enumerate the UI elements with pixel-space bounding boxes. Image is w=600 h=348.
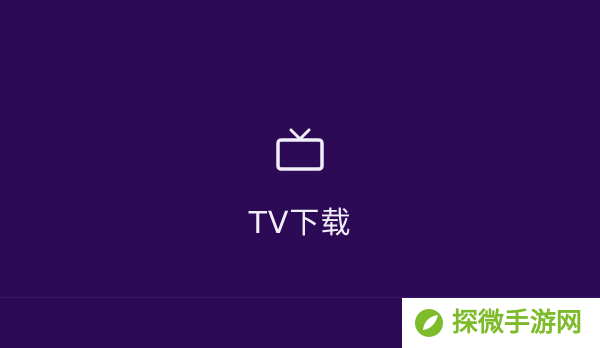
tv-download-label: TV下载: [248, 206, 352, 241]
tv-download-button[interactable]: TV下载: [200, 118, 400, 258]
tv-icon: [276, 128, 324, 171]
watermark-text: 探微手游网: [452, 308, 583, 338]
watermark: 探微手游网: [402, 298, 600, 348]
leaf-logo-icon: [415, 309, 443, 337]
page: TV下载 探微手游网: [0, 0, 600, 348]
